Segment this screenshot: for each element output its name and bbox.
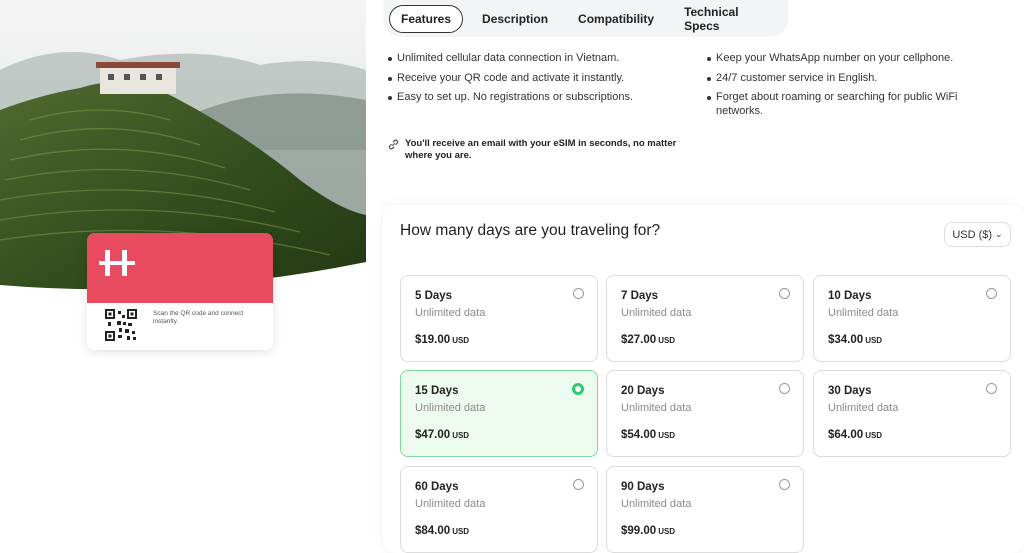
plan-name: 5 Days [415,290,453,302]
plan-radio[interactable] [779,288,790,299]
plan-name: 60 Days [415,481,459,493]
plan-price-currency: USD [865,431,883,440]
plan-price-currency: USD [658,527,676,536]
email-note-text: You'll receive an email with your eSIM i… [405,138,677,161]
plan-data-label: Unlimited data [828,307,899,319]
plan-data-label: Unlimited data [415,307,486,319]
plan-name: 15 Days [415,385,459,397]
tab-compatibility[interactable]: Compatibility [567,6,665,32]
features-list-left: Unlimited cellular data connection in Vi… [388,52,688,111]
plan-data-label: Unlimited data [621,498,692,510]
panel-title: How many days are you traveling for? [400,222,661,239]
link-icon [388,139,399,162]
plan-price: $19.00 USD [415,334,469,346]
currency-select[interactable]: USD ($) ⌄ [944,222,1011,247]
esim-card: Scan the QR code and connect instantly. [87,233,273,350]
plan-card[interactable]: 20 Days Unlimited data $54.00 USD [606,370,804,457]
esim-card-header [87,233,273,303]
plan-card[interactable]: 15 Days Unlimited data $47.00 USD [400,370,598,457]
feature-item: Keep your WhatsApp number on your cellph… [707,52,1007,66]
plan-card[interactable]: 30 Days Unlimited data $64.00 USD [813,370,1011,457]
tab-features[interactable]: Features [389,4,464,33]
features-list-right: Keep your WhatsApp number on your cellph… [707,52,1007,124]
plan-price-amount: $34.00 [828,334,864,346]
plan-card[interactable]: 10 Days Unlimited data $34.00 USD [813,275,1011,362]
plan-price-currency: USD [452,527,470,536]
plan-price-currency: USD [658,336,676,345]
plan-radio[interactable] [986,383,997,394]
plan-price: $99.00 USD [621,525,675,537]
feature-item: Easy to set up. No registrations or subs… [388,91,688,105]
plan-price: $47.00 USD [415,429,469,441]
chevron-down-icon: ⌄ [995,229,1003,239]
plan-radio[interactable] [573,288,584,299]
tab-description[interactable]: Description [471,6,559,32]
plan-price-amount: $84.00 [415,525,451,537]
brand-logo-icon [97,247,137,284]
currency-value: USD ($) [952,228,993,241]
plan-price-currency: USD [452,431,470,440]
plan-card[interactable]: 5 Days Unlimited data $19.00 USD [400,275,598,362]
plan-radio[interactable] [573,479,584,490]
plan-price-currency: USD [658,431,676,440]
plan-data-label: Unlimited data [415,498,486,510]
plan-card[interactable]: 90 Days Unlimited data $99.00 USD [606,466,804,553]
tab-technical-specs[interactable]: Technical Specs [673,0,780,39]
plan-name: 90 Days [621,481,665,493]
plan-price-amount: $64.00 [828,429,864,441]
plan-price-amount: $54.00 [621,429,657,441]
plan-price-amount: $27.00 [621,334,657,346]
scan-instruction-text: Scan the QR code and connect instantly. [153,310,244,325]
plan-card[interactable]: 60 Days Unlimited data $84.00 USD [400,466,598,553]
plan-price: $84.00 USD [415,525,469,537]
plan-price-amount: $47.00 [415,429,451,441]
plan-price: $34.00 USD [828,334,882,346]
plan-name: 7 Days [621,290,659,302]
plan-price-amount: $19.00 [415,334,451,346]
plan-price: $64.00 USD [828,429,882,441]
plan-radio[interactable] [779,383,790,394]
product-tabs: Features Description Compatibility Techn… [383,0,788,37]
plan-radio[interactable] [779,479,790,490]
plan-data-label: Unlimited data [828,402,899,414]
feature-item: Receive your QR code and activate it ins… [388,72,688,86]
plan-price-currency: USD [865,336,883,345]
email-note: You'll receive an email with your eSIM i… [388,138,698,162]
plan-radio[interactable] [572,383,584,395]
plan-name: 30 Days [828,385,872,397]
plan-radio[interactable] [986,288,997,299]
plan-price: $54.00 USD [621,429,675,441]
plan-data-label: Unlimited data [621,307,692,319]
feature-item: 24/7 customer service in English. [707,72,1007,86]
feature-item: Forget about roaming or searching for pu… [707,91,1007,118]
plan-name: 10 Days [828,290,872,302]
plan-price-currency: USD [452,336,470,345]
plan-name: 20 Days [621,385,665,397]
qr-code-icon [105,309,137,346]
plan-price: $27.00 USD [621,334,675,346]
plan-data-label: Unlimited data [415,402,486,414]
plan-price-amount: $99.00 [621,525,657,537]
plan-data-label: Unlimited data [621,402,692,414]
plan-card[interactable]: 7 Days Unlimited data $27.00 USD [606,275,804,362]
feature-item: Unlimited cellular data connection in Vi… [388,52,688,66]
